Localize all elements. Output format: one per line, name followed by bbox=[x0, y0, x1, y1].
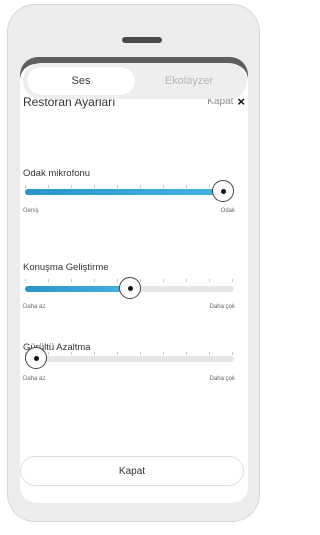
slider-tick bbox=[163, 185, 164, 188]
slider-tick bbox=[48, 279, 49, 282]
slider-fill bbox=[25, 189, 223, 195]
slider-tick bbox=[71, 279, 72, 282]
slider-fill bbox=[25, 286, 130, 292]
slider-tick bbox=[117, 279, 118, 282]
slider-thumb[interactable] bbox=[118, 277, 141, 299]
tab-switcher: Ses Ekolayzer bbox=[23, 63, 247, 99]
slider-tick bbox=[232, 352, 233, 355]
slider-tick bbox=[94, 279, 95, 282]
slider-tick bbox=[94, 185, 95, 188]
slider-tick bbox=[25, 185, 26, 188]
slider-min-label: Daha az bbox=[23, 376, 46, 382]
slider-max-label: Daha çok bbox=[209, 376, 235, 382]
tab-ses[interactable]: Ses bbox=[27, 67, 135, 95]
slider-noise-reduction: Gürültü Azaltma Daha az Daha çok bbox=[20, 342, 248, 422]
slider-tick bbox=[71, 352, 72, 355]
slider-tick bbox=[209, 279, 210, 282]
tab-ekolayzer[interactable]: Ekolayzer bbox=[135, 67, 243, 95]
slider-tick bbox=[140, 279, 141, 282]
close-icon: × bbox=[237, 93, 245, 109]
slider-tick bbox=[163, 279, 164, 282]
slider-track[interactable] bbox=[25, 347, 234, 369]
slider-focus-mic: Odak mikrofonu Geniş Odak bbox=[20, 168, 248, 248]
slider-thumb[interactable] bbox=[212, 180, 234, 202]
slider-tick bbox=[163, 352, 164, 355]
slider-tick bbox=[186, 185, 187, 188]
slider-min-label: Geniş bbox=[23, 208, 39, 214]
slider-min-label: Daha az bbox=[23, 304, 46, 310]
slider-tick bbox=[48, 185, 49, 188]
slider-speech-enhancement: Konuşma Geliştirme Daha az Daha çok bbox=[20, 262, 248, 342]
slider-tick bbox=[209, 352, 210, 355]
slider-track[interactable] bbox=[25, 180, 234, 202]
slider-tick bbox=[117, 185, 118, 188]
slider-max-label: Odak bbox=[220, 208, 235, 214]
slider-tick bbox=[186, 279, 187, 282]
slider-tick bbox=[94, 352, 95, 355]
slider-track[interactable] bbox=[25, 277, 234, 299]
slider-tick bbox=[117, 352, 118, 355]
slider-tick bbox=[71, 185, 72, 188]
slider-label: Konuşma Geliştirme bbox=[23, 262, 109, 273]
slider-tick bbox=[25, 279, 26, 282]
slider-tick bbox=[186, 352, 187, 355]
slider-tick bbox=[140, 352, 141, 355]
slider-thumb[interactable] bbox=[25, 347, 47, 369]
slider-tick bbox=[140, 185, 141, 188]
phone-speaker bbox=[122, 37, 162, 43]
slider-label: Odak mikrofonu bbox=[23, 168, 91, 179]
slider-tick bbox=[209, 185, 210, 188]
slider-tick bbox=[232, 279, 233, 282]
slider-tick bbox=[48, 352, 49, 355]
slider-max-label: Daha çok bbox=[209, 304, 235, 310]
close-sheet-button[interactable]: Kapat bbox=[20, 456, 244, 486]
